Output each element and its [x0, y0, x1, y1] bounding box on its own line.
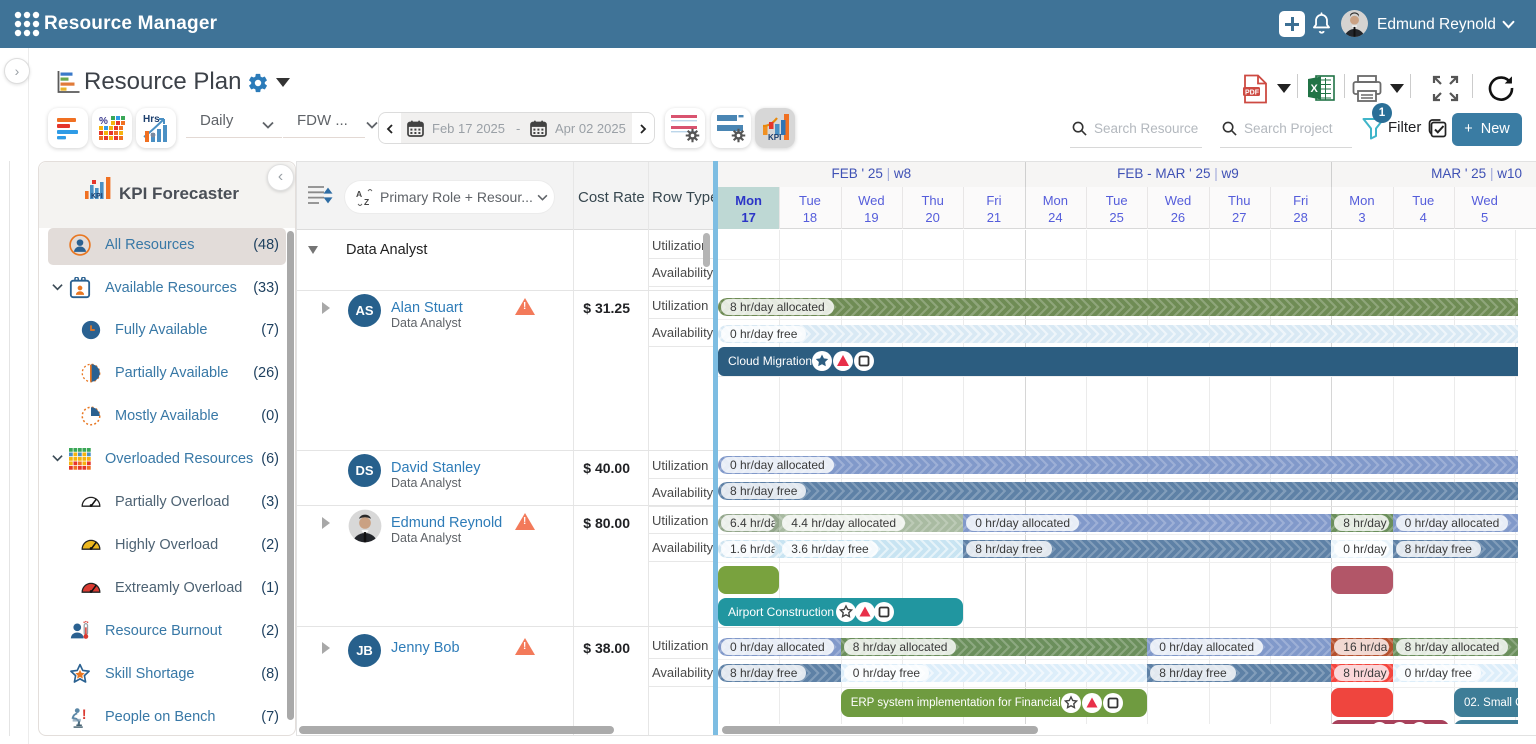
svg-text:%: % [99, 116, 108, 127]
svg-text:X: X [1311, 83, 1319, 95]
svg-text:KPI: KPI [91, 193, 103, 200]
svg-text:A: A [356, 189, 362, 199]
svg-text:!: ! [82, 707, 87, 722]
svg-text:Z: Z [364, 197, 369, 206]
svg-text:KPI: KPI [768, 133, 781, 142]
svg-text:Hrs: Hrs [143, 114, 160, 125]
svg-text:PDF: PDF [1245, 89, 1260, 96]
